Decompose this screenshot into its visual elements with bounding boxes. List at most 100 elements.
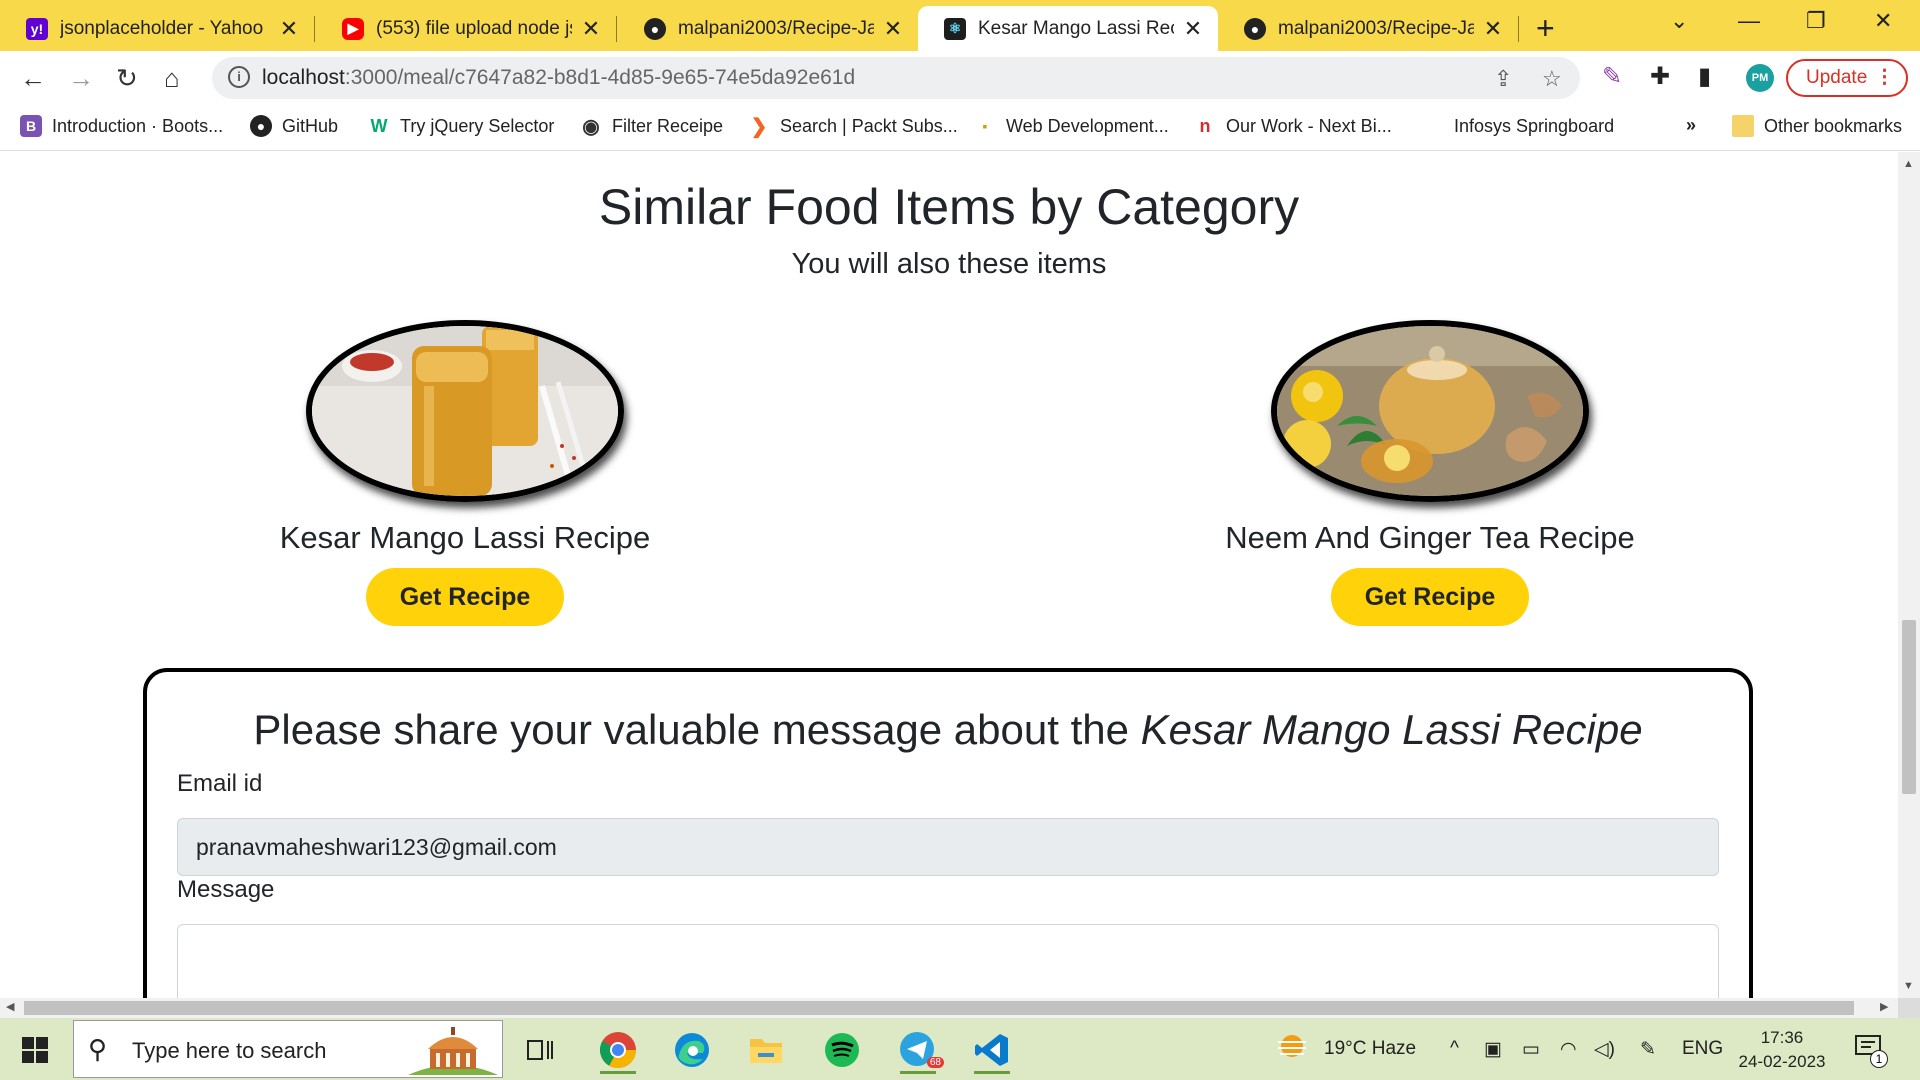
file-explorer-icon[interactable]: [738, 1026, 794, 1074]
site-info-icon[interactable]: i: [228, 66, 250, 88]
bookmark-packt[interactable]: ❯ Search | Packt Subs...: [748, 115, 958, 138]
message-label: Message: [177, 876, 275, 903]
chevron-up-icon[interactable]: ^: [1450, 1038, 1459, 1060]
more-bookmarks-button[interactable]: »: [1686, 115, 1696, 136]
share-icon[interactable]: ⇪: [1494, 66, 1512, 92]
tab-yahoo[interactable]: y! jsonplaceholder - Yahoo I ✕: [0, 6, 314, 51]
close-icon[interactable]: ✕: [580, 16, 602, 42]
bookmark-label: Other bookmarks: [1764, 115, 1903, 136]
pen-extension-icon[interactable]: ✎: [1602, 62, 1622, 91]
minimize-button[interactable]: —: [1738, 8, 1760, 34]
packt-icon: ❯: [750, 115, 768, 138]
vertical-scrollbar[interactable]: ▲ ▼: [1898, 152, 1920, 998]
other-bookmarks-folder[interactable]: Other bookmarks: [1732, 115, 1902, 137]
horizontal-scrollbar[interactable]: ◀ ▶: [0, 998, 1898, 1018]
clock[interactable]: 17:36 24-02-2023: [1736, 1026, 1828, 1074]
profile-avatar[interactable]: PM: [1746, 64, 1774, 92]
volume-icon[interactable]: ◁): [1594, 1038, 1615, 1061]
food-card: Kesar Mango Lassi Recipe Get Recipe: [215, 320, 715, 626]
extensions-puzzle-icon[interactable]: ✚: [1650, 62, 1670, 91]
nbt-icon: n: [1199, 115, 1211, 136]
bookmark-jquery-selector[interactable]: W Try jQuery Selector: [368, 115, 555, 137]
close-icon[interactable]: ✕: [882, 16, 904, 42]
task-view-icon[interactable]: [512, 1026, 568, 1074]
vertical-scroll-thumb[interactable]: [1902, 620, 1916, 794]
address-bar[interactable]: i localhost:3000/meal/c7647a82-b8d1-4d85…: [212, 57, 1580, 99]
bookmark-infosys[interactable]: Infosys Springboard: [1422, 115, 1614, 137]
side-panel-icon[interactable]: ▮: [1698, 62, 1711, 91]
notification-center-icon[interactable]: 1: [1854, 1034, 1888, 1068]
scroll-down-icon[interactable]: ▼: [1903, 980, 1914, 992]
bookmark-bootstrap[interactable]: B Introduction · Boots...: [20, 115, 223, 137]
taskbar-search-box[interactable]: ⚲ Type here to search: [73, 1020, 503, 1078]
scroll-right-icon[interactable]: ▶: [1880, 1000, 1888, 1013]
tab-youtube[interactable]: ▶ (553) file upload node js n ✕: [316, 6, 616, 51]
bookmarks-bar: B Introduction · Boots... ● GitHub W Try…: [0, 105, 1920, 151]
github-icon: ●: [1244, 17, 1266, 40]
tab-kesar-mango-lassi[interactable]: ⚛ Kesar Mango Lassi Recipe ✕: [918, 6, 1218, 51]
wifi-icon[interactable]: ◠: [1560, 1038, 1577, 1061]
home-icon[interactable]: ⌂: [164, 63, 180, 94]
get-recipe-button[interactable]: Get Recipe: [1331, 568, 1529, 626]
windows-start-icon[interactable]: [22, 1037, 48, 1063]
tab-search-chevron-icon[interactable]: ⌄: [1670, 8, 1688, 34]
close-window-button[interactable]: ✕: [1874, 8, 1892, 34]
notification-count: 1: [1870, 1050, 1888, 1068]
back-arrow-icon[interactable]: ←: [20, 63, 46, 94]
new-tab-button[interactable]: +: [1536, 10, 1555, 47]
feedback-form: Please share your valuable message about…: [143, 668, 1753, 998]
feedback-heading-text: Please share your valuable message about…: [253, 706, 1141, 753]
neem-ginger-tea-image: [1271, 320, 1589, 502]
close-icon[interactable]: ✕: [278, 16, 300, 42]
forward-arrow-icon[interactable]: →: [68, 63, 94, 94]
taskbar-search-placeholder: Type here to search: [132, 1038, 327, 1063]
close-icon[interactable]: ✕: [1482, 16, 1504, 42]
feedback-heading: Please share your valuable message about…: [147, 706, 1749, 754]
bookmark-label: GitHub: [282, 115, 339, 136]
bookmark-star-icon[interactable]: ☆: [1542, 66, 1562, 92]
github-icon: ●: [250, 115, 272, 137]
vscode-icon[interactable]: [964, 1026, 1020, 1074]
bookmark-label: Filter Receipe: [612, 115, 724, 136]
message-textarea[interactable]: [177, 924, 1719, 998]
pen-icon[interactable]: ✎: [1640, 1038, 1656, 1061]
feedback-recipe-name: Kesar Mango Lassi Recipe: [1140, 706, 1643, 753]
update-button[interactable]: Update ⋮: [1786, 59, 1908, 97]
reload-icon[interactable]: ↻: [116, 63, 138, 94]
battery-icon[interactable]: ▭: [1522, 1038, 1540, 1061]
spotify-icon[interactable]: [814, 1026, 870, 1074]
bookmark-web-development[interactable]: ▪ Web Development...: [974, 115, 1169, 137]
restore-button[interactable]: ❐: [1806, 8, 1826, 34]
folder-icon: [1732, 115, 1754, 137]
tab-title: malpani2003/Recipe-Jalal: [1278, 17, 1474, 39]
github-icon: ●: [644, 17, 666, 40]
get-recipe-button[interactable]: Get Recipe: [366, 568, 564, 626]
telegram-icon[interactable]: 68: [890, 1026, 946, 1074]
chrome-taskbar-icon[interactable]: [590, 1026, 646, 1074]
url-host: localhost: [262, 66, 345, 89]
tab-github-recipe-2[interactable]: ● malpani2003/Recipe-Jalal ✕: [1218, 6, 1518, 51]
url-text[interactable]: localhost:3000/meal/c7647a82-b8d1-4d85-9…: [262, 66, 855, 90]
kesar-mango-lassi-image: [306, 320, 624, 502]
bookmark-filter-receipe[interactable]: ◉ Filter Receipe: [580, 115, 724, 138]
page-viewport: Similar Food Items by Category You will …: [0, 152, 1898, 998]
close-icon[interactable]: ✕: [1182, 16, 1204, 42]
meet-now-icon[interactable]: ▣: [1484, 1038, 1502, 1061]
bookmark-our-work[interactable]: n Our Work - Next Bi...: [1194, 115, 1392, 137]
tab-github-recipe[interactable]: ● malpani2003/Recipe-Jalal ✕: [618, 6, 918, 51]
scroll-up-icon[interactable]: ▲: [1903, 158, 1914, 170]
bookmark-github[interactable]: ● GitHub: [250, 115, 338, 137]
edge-taskbar-icon[interactable]: [664, 1026, 720, 1074]
food-item-name: Neem And Ginger Tea Recipe: [1225, 520, 1635, 555]
clock-time: 17:36: [1760, 1028, 1804, 1047]
language-indicator[interactable]: ENG: [1682, 1038, 1723, 1060]
tab-title: malpani2003/Recipe-Jalal: [678, 17, 874, 39]
scroll-left-icon[interactable]: ◀: [6, 1000, 14, 1013]
weather-icon[interactable]: [1276, 1032, 1308, 1066]
infosys-icon: [1422, 115, 1444, 137]
email-field[interactable]: pranavmaheshwari123@gmail.com: [177, 818, 1719, 876]
weather-text[interactable]: 19°C Haze: [1324, 1038, 1416, 1060]
search-highlight-illustration: [408, 1027, 498, 1075]
bookmark-label: Try jQuery Selector: [400, 115, 555, 136]
horizontal-scroll-thumb[interactable]: [24, 1001, 1854, 1015]
